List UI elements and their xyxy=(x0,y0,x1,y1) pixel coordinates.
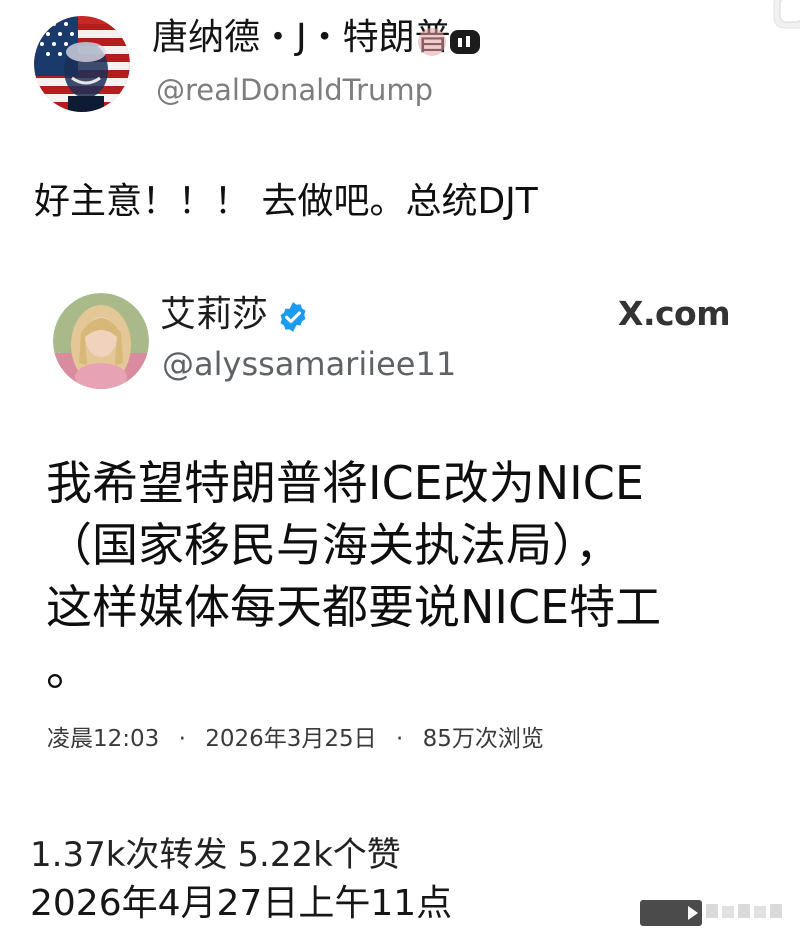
corner-watermark-icon xyxy=(640,898,790,928)
quoted-text: 我希望特朗普将ICE改为NICE （国家移民与海关执法局）， 这样媒体每天都要说… xyxy=(46,452,766,700)
quoted-text-line: 。 xyxy=(46,642,92,696)
quoted-text-line: 这样媒体每天都要说NICE特工 xyxy=(46,580,662,634)
quoted-meta: 凌晨12:03 · 2026年3月25日 · 85万次浏览 xyxy=(47,722,544,756)
quoted-text-line: （国家移民与海关执法局）， xyxy=(46,518,621,572)
verified-badge-icon xyxy=(276,298,310,332)
quoted-text-line: 我希望特朗普将ICE改为NICE xyxy=(46,456,644,510)
author-display-name[interactable]: 唐纳德・J・特朗普 xyxy=(152,12,451,64)
flag-portrait-avatar[interactable] xyxy=(34,16,130,112)
repost-count[interactable]: 1.37k次转发 xyxy=(30,835,227,875)
quoted-time[interactable]: 凌晨12:03 xyxy=(47,726,159,752)
post-timestamp: 2026年4月27日上午11点 xyxy=(30,883,453,924)
engagement-stats: 1.37k次转发 5.22k个赞 xyxy=(30,832,401,878)
quoted-date[interactable]: 2026年3月25日 xyxy=(205,726,376,752)
meta-separator: · xyxy=(395,726,404,752)
post-text: 好主意！！！ 去做吧。总统DJT xyxy=(34,181,538,222)
watermark-badge-icon xyxy=(412,22,492,62)
quoted-author-display-name[interactable]: 艾莉莎 xyxy=(160,290,268,340)
quoted-author-name-row[interactable]: 艾莉莎 xyxy=(160,290,310,340)
like-count[interactable]: 5.22k个赞 xyxy=(237,835,400,875)
quoted-author-avatar[interactable] xyxy=(53,293,149,389)
quoted-views: 85万次浏览 xyxy=(422,726,544,752)
x-com-source-label[interactable]: X.com xyxy=(618,293,731,335)
more-menu-icon[interactable] xyxy=(768,0,800,36)
quoted-author-handle[interactable]: @alyssamariiee11 xyxy=(162,342,456,386)
meta-separator: · xyxy=(178,726,186,752)
author-handle[interactable]: @realDonaldTrump xyxy=(156,70,433,110)
